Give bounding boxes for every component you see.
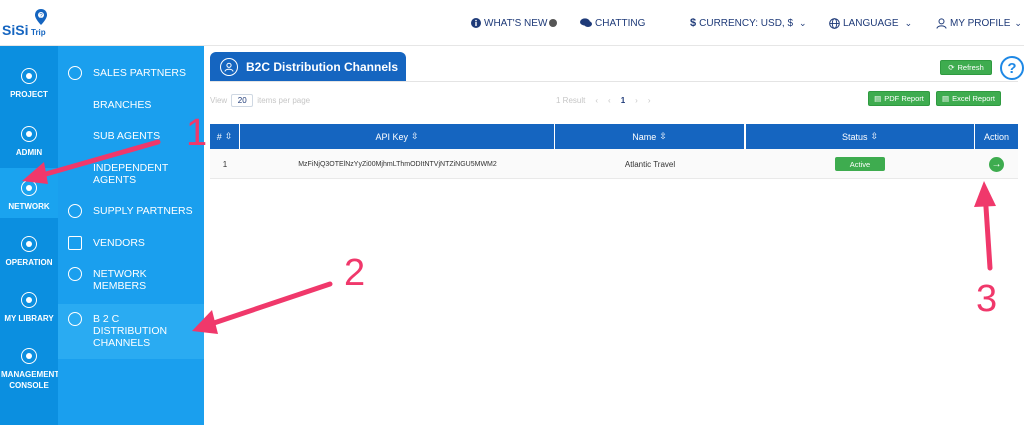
annotation-number-3: 3 bbox=[976, 278, 998, 320]
arrow-2 bbox=[192, 281, 333, 334]
annotation-number-2: 2 bbox=[344, 252, 366, 294]
annotation-arrows bbox=[22, 139, 996, 334]
arrow-1 bbox=[22, 139, 161, 184]
app-root: SiSi Trip ? WHAT'S NEW CHATTING $ CURREN… bbox=[0, 0, 1024, 425]
arrow-3 bbox=[974, 181, 996, 271]
annotation-number-1: 1 bbox=[186, 112, 208, 154]
